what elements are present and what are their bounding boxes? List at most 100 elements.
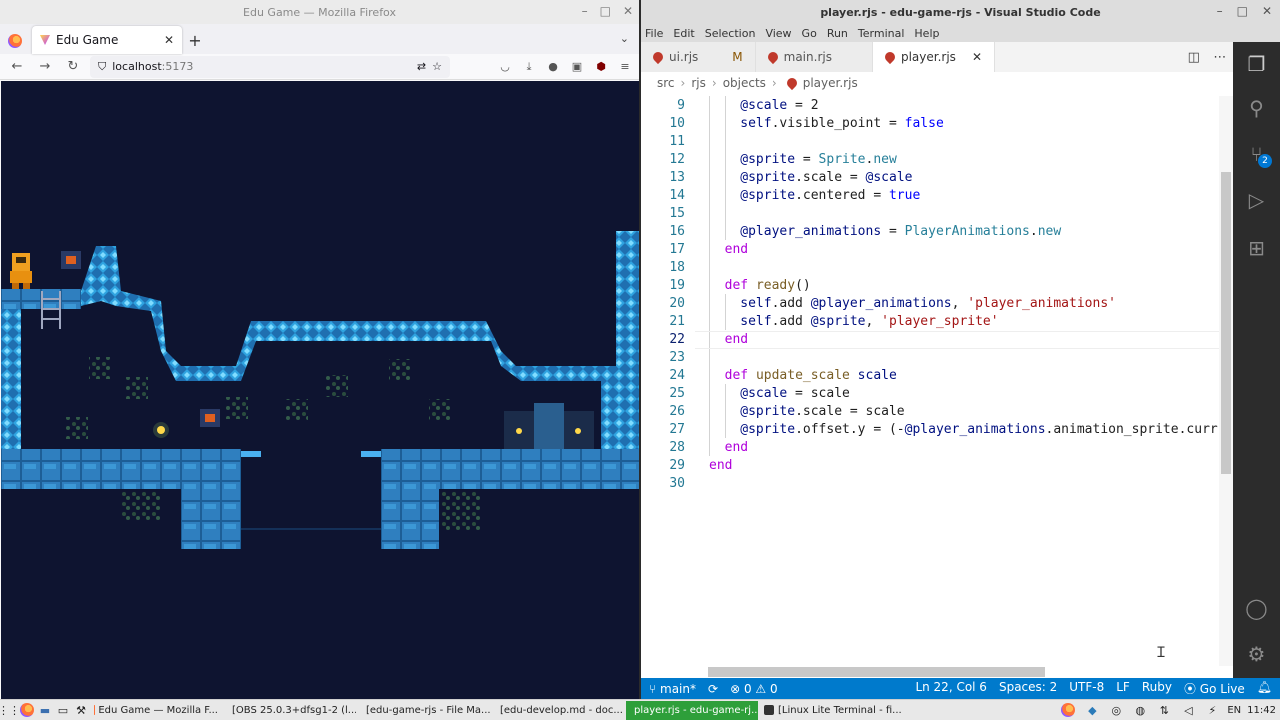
reload-icon[interactable]: ↻ [62,56,84,78]
menu-go[interactable]: Go [802,27,817,40]
code-token: scale [849,368,897,383]
menu-file[interactable]: File [645,27,663,40]
account-icon[interactable]: ◯ [1233,588,1280,628]
tab-ui-rjs[interactable]: ui.rjs M [641,42,756,72]
source-control-icon[interactable]: ⑂ 2 [1233,134,1280,174]
extension-cookie-icon[interactable]: ● [545,59,561,75]
editor-tabs: ui.rjs M main.rjs player.rjs ✕ [641,42,1233,72]
code-token: @sprite [740,170,796,185]
code-token: @scale [740,386,788,401]
minimize-icon[interactable]: – [1217,4,1223,18]
close-icon[interactable]: ✕ [623,4,633,18]
close-icon[interactable]: ✕ [1262,4,1272,18]
pocket-icon[interactable]: ◡ [497,59,513,75]
cursor-position[interactable]: Ln 22, Col 6 [915,680,987,697]
scrollbar-thumb[interactable] [1221,172,1231,474]
sync-icon[interactable]: ⟳ [708,682,718,696]
downloads-icon[interactable]: ⤓ [521,59,537,75]
extension-translate-icon[interactable]: ▣ [569,59,585,75]
hamburger-menu-icon[interactable]: ≡ [617,59,633,75]
power-tray-icon[interactable]: ⚡ [1203,701,1221,719]
indentation[interactable]: Spaces: 2 [999,680,1057,697]
chrome-tray-icon[interactable]: ◎ [1107,701,1125,719]
editor-horizontal-scrollbar[interactable] [708,667,1045,677]
split-editor-icon[interactable]: ◫ [1188,50,1200,65]
run-debug-icon[interactable]: ▷ [1233,180,1280,220]
translate-icon[interactable]: ⇄ [417,60,426,73]
indent-guide [709,96,710,456]
page-info-shield-icon[interactable]: ⛉ [98,60,106,74]
menu-selection[interactable]: Selection [705,27,756,40]
taskbar-task[interactable]: [OBS 25.0.3+dfsg1-2 (l... [224,701,356,720]
firefox-view-button[interactable] [4,28,26,54]
taskbar-task[interactable]: Edu Game — Mozilla F... [90,701,222,720]
editor-vertical-scrollbar[interactable] [1219,96,1233,666]
breadcrumb-rjs[interactable]: rjs [691,76,706,90]
code-token: self [740,296,772,311]
go-live-button[interactable]: ⦿ Go Live [1184,680,1245,697]
code-token: Sprite [818,152,866,167]
problems-indicator[interactable]: ⊗ 0 ⚠ 0 [730,682,778,696]
taskbar-task[interactable]: [edu-game-rjs - File Ma... [358,701,490,720]
menu-terminal[interactable]: Terminal [858,27,905,40]
end-of-line[interactable]: LF [1116,680,1130,697]
tab-edu-game[interactable]: Edu Game ✕ [32,26,182,54]
search-icon[interactable]: ⚲ [1233,88,1280,128]
maximize-icon[interactable]: □ [600,4,611,18]
tab-player-rjs[interactable]: player.rjs ✕ [872,42,995,72]
desktop: Edu Game — Mozilla Firefox – □ ✕ Edu Gam… [0,0,1280,720]
app-grid-icon[interactable]: ⋮⋮ [0,701,20,719]
current-line-highlight [695,331,1221,349]
line-number: 16 [669,224,685,239]
game-canvas[interactable] [1,81,639,699]
code-token: @sprite [740,188,796,203]
breadcrumb-src[interactable]: src [657,76,675,90]
maximize-icon[interactable]: □ [1237,4,1248,18]
minimize-icon[interactable]: – [582,4,588,18]
tab-close-icon[interactable]: ✕ [164,33,174,47]
menu-run[interactable]: Run [827,27,848,40]
explorer-files-icon[interactable]: ❐ [1233,44,1280,84]
list-tabs-chevron-icon[interactable]: ⌄ [620,32,629,45]
taskbar-task[interactable]: [Linux Lite Terminal - fi... [760,701,908,720]
url-bar[interactable]: ⛉ localhost:5173 ⇄ ☆ [90,55,450,78]
code-editor[interactable]: 9 @scale = 2 10 self.visible_point = false 1… [641,96,1221,666]
menu-edit[interactable]: Edit [673,27,694,40]
bookmark-star-icon[interactable]: ☆ [432,60,442,73]
ublock-icon[interactable]: ⬢ [593,59,609,75]
breadcrumb-objects[interactable]: objects [723,76,766,90]
taskbar-task[interactable]: [edu-develop.md - doc... [492,701,624,720]
tab-main-rjs[interactable]: main.rjs [755,42,873,72]
menu-help[interactable]: Help [914,27,939,40]
firefox-tray-icon[interactable] [1059,701,1077,719]
branch-indicator[interactable]: ⑂ main* [649,682,696,696]
menu-view[interactable]: View [765,27,791,40]
volume-tray-icon[interactable]: ◁ [1179,701,1197,719]
vscode-tray-icon[interactable]: ◆ [1083,701,1101,719]
network-tray-icon[interactable]: ⇅ [1155,701,1173,719]
settings-launcher-icon[interactable]: ⚒ [72,701,90,719]
code-token: self [740,314,772,329]
folder-launcher-icon[interactable]: ▬ [36,701,54,719]
more-actions-icon[interactable]: ⋯ [1213,50,1226,65]
settings-gear-icon[interactable]: ⚙ [1233,634,1280,674]
breadcrumb-file[interactable]: player.rjs [803,76,858,90]
update-tray-icon[interactable]: ◍ [1131,701,1149,719]
modified-badge: M [732,50,743,64]
extensions-icon[interactable]: ⊞ [1233,228,1280,268]
code-line: end [725,439,748,457]
language-mode[interactable]: Ruby [1142,680,1172,697]
back-arrow-icon[interactable]: ← [6,56,28,78]
keyboard-layout[interactable]: EN [1227,705,1241,716]
new-tab-button[interactable]: + [182,26,208,54]
notifications-bell-icon[interactable]: 🔔︎ [1257,680,1272,697]
code-token: end [724,242,749,257]
tab-close-icon[interactable]: ✕ [972,50,982,64]
forward-arrow-icon[interactable]: → [34,56,56,78]
taskbar-task[interactable]: player.rjs - edu-game-rj... [626,700,758,720]
encoding[interactable]: UTF-8 [1069,680,1104,697]
clock[interactable]: 11:42 [1247,705,1276,716]
go-live-label: Go Live [1199,682,1245,696]
firefox-launcher-icon[interactable] [18,701,36,719]
terminal-launcher-icon[interactable]: ▭ [54,701,72,719]
